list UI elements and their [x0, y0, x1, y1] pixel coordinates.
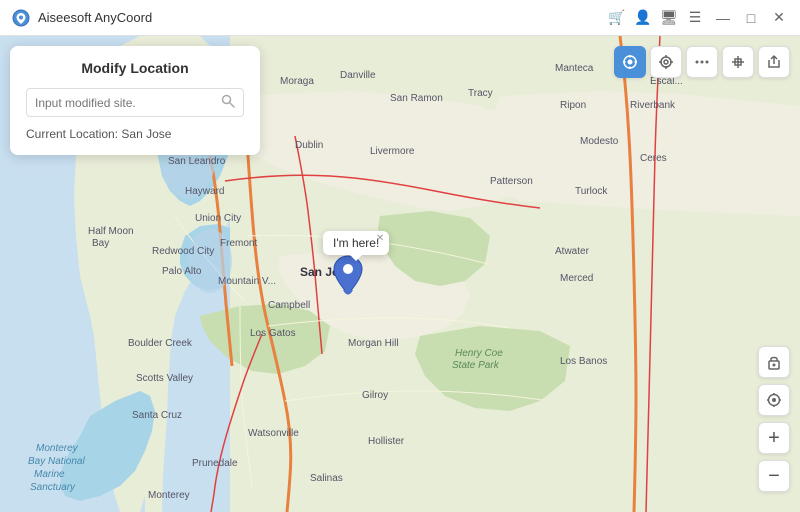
svg-text:Riverbank: Riverbank [630, 100, 676, 111]
svg-text:Hayward: Hayward [185, 186, 224, 197]
svg-text:Half Moon: Half Moon [88, 226, 134, 237]
svg-text:Salinas: Salinas [310, 473, 343, 484]
user-icon[interactable]: 👤 [634, 9, 652, 27]
search-input[interactable] [35, 96, 221, 110]
svg-text:San Leandro: San Leandro [168, 156, 226, 167]
monitor-icon[interactable]: 🖥 [660, 9, 678, 27]
zoom-in-button[interactable]: + [758, 422, 790, 454]
svg-text:Sanctuary: Sanctuary [30, 482, 76, 493]
svg-text:Campbell: Campbell [268, 300, 310, 311]
zoom-out-icon: − [768, 466, 780, 486]
svg-text:Marine: Marine [34, 469, 65, 480]
minimize-button[interactable]: — [714, 9, 732, 27]
svg-text:Scotts Valley: Scotts Valley [136, 373, 193, 384]
svg-text:Bay: Bay [92, 238, 109, 249]
svg-text:Union City: Union City [195, 213, 241, 224]
zoom-out-button[interactable]: − [758, 460, 790, 492]
search-box[interactable] [26, 88, 244, 117]
bottom-toolbar: + − [758, 346, 790, 492]
svg-text:Monterey: Monterey [36, 443, 79, 454]
svg-text:Merced: Merced [560, 273, 593, 284]
svg-text:Tracy: Tracy [468, 88, 493, 99]
svg-text:Gilroy: Gilroy [362, 390, 388, 401]
app-logo [12, 9, 30, 27]
svg-text:Livermore: Livermore [370, 146, 415, 157]
svg-text:Henry Coe: Henry Coe [455, 348, 503, 359]
gps-button[interactable] [758, 384, 790, 416]
svg-text:Moraga: Moraga [280, 76, 314, 87]
modify-panel: Modify Location Current Location: San Jo… [10, 46, 260, 155]
svg-text:Morgan Hill: Morgan Hill [348, 338, 399, 349]
svg-text:Mountain V...: Mountain V... [218, 276, 276, 287]
im-here-close[interactable]: ✕ [376, 233, 384, 244]
svg-text:Santa Cruz: Santa Cruz [132, 410, 182, 421]
close-button[interactable]: ✕ [770, 9, 788, 27]
svg-text:Hollister: Hollister [368, 436, 405, 447]
svg-text:Modesto: Modesto [580, 136, 619, 147]
map-container: Sausalito Berkeley Moraga Danville Mante… [0, 36, 800, 512]
target-button[interactable] [650, 46, 682, 78]
im-here-popup: ✕ I'm here! [323, 231, 389, 255]
svg-text:Redwood City: Redwood City [152, 246, 214, 257]
svg-text:State Park: State Park [452, 360, 500, 371]
search-icon[interactable] [221, 94, 235, 111]
svg-text:Turlock: Turlock [575, 186, 608, 197]
svg-text:Los Banos: Los Banos [560, 356, 607, 367]
svg-text:Prunedale: Prunedale [192, 458, 238, 469]
titlebar: Aiseesoft AnyCoord 🛒 👤 🖥 ☰ — □ ✕ [0, 0, 800, 36]
maximize-button[interactable]: □ [742, 9, 760, 27]
cart-icon[interactable]: 🛒 [608, 9, 626, 27]
panel-title: Modify Location [26, 60, 244, 76]
svg-text:Los Gatos: Los Gatos [250, 328, 296, 339]
svg-text:Watsonville: Watsonville [248, 428, 299, 439]
svg-text:Boulder Creek: Boulder Creek [128, 338, 193, 349]
current-location: Current Location: San Jose [26, 127, 244, 141]
svg-text:Ripon: Ripon [560, 100, 586, 111]
im-here-text: I'm here! [333, 236, 379, 250]
dots-button[interactable] [686, 46, 718, 78]
svg-text:Monterey: Monterey [148, 490, 190, 501]
title-icons: 🛒 👤 🖥 ☰ — □ ✕ [608, 9, 788, 27]
svg-text:San Ramon: San Ramon [390, 93, 443, 104]
svg-text:Fremont: Fremont [220, 238, 257, 249]
crosshair-button[interactable] [722, 46, 754, 78]
svg-text:Danville: Danville [340, 70, 376, 81]
lock-button[interactable] [758, 346, 790, 378]
locate-button[interactable] [614, 46, 646, 78]
zoom-in-icon: + [768, 428, 780, 448]
app-title: Aiseesoft AnyCoord [38, 10, 608, 25]
top-toolbar [614, 46, 790, 78]
menu-icon[interactable]: ☰ [686, 9, 704, 27]
svg-text:Bay National: Bay National [28, 456, 85, 467]
svg-text:Palo Alto: Palo Alto [162, 266, 202, 277]
svg-text:Atwater: Atwater [555, 246, 590, 257]
svg-text:Ceres: Ceres [640, 153, 667, 164]
export-button[interactable] [758, 46, 790, 78]
svg-text:Manteca: Manteca [555, 63, 594, 74]
svg-text:Patterson: Patterson [490, 176, 533, 187]
svg-text:Dublin: Dublin [295, 140, 323, 151]
